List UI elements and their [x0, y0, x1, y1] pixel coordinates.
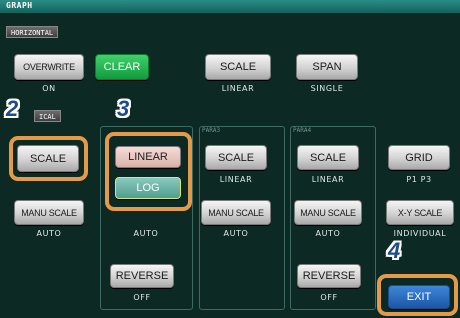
span-value: SINGLE — [310, 84, 344, 93]
reverse-value: OFF — [133, 293, 151, 302]
para4-reverse-button[interactable]: REVERSE — [297, 264, 361, 288]
screen-title: GRAPH — [6, 1, 33, 10]
step2-highlight — [9, 136, 88, 181]
step2-number: 2 — [6, 96, 19, 121]
grid-value: P1 P3 — [406, 175, 432, 184]
para3-scale-value: LINEAR — [219, 175, 253, 184]
span-button[interactable]: SPAN — [296, 54, 358, 80]
para2-manu-scale-value: AUTO — [133, 229, 159, 238]
horizontal-section-label: HORIZONTAL — [6, 26, 59, 38]
horizontal-scale-button[interactable]: SCALE — [205, 54, 271, 80]
step4-highlight — [377, 274, 458, 316]
para4-manu-scale-button[interactable]: MANU SCALE — [294, 200, 362, 225]
overwrite-value: ON — [42, 84, 56, 93]
para3-label: PARA3 — [202, 127, 221, 134]
para4-manu-scale-value: AUTO — [315, 229, 341, 238]
para3-manu-scale-button[interactable]: MANU SCALE — [201, 200, 271, 225]
para4-scale-button[interactable]: SCALE — [297, 145, 359, 170]
xy-scale-button[interactable]: X-Y SCALE — [386, 200, 454, 225]
manu-scale-value: AUTO — [36, 229, 62, 238]
step3-number: 3 — [117, 96, 130, 121]
para3-scale-button[interactable]: SCALE — [205, 145, 267, 170]
para4-reverse-value: OFF — [320, 293, 338, 302]
title-bar: GRAPH — [0, 0, 460, 13]
vertical-section-label: ICAL — [34, 110, 61, 122]
step4-number: 4 — [388, 238, 401, 263]
clear-button[interactable]: CLEAR — [95, 54, 149, 80]
xy-scale-value: INDIVIDUAL — [393, 229, 447, 238]
para4-label: PARA4 — [293, 127, 312, 134]
grid-button[interactable]: GRID — [388, 145, 450, 170]
step3-highlight — [105, 132, 192, 211]
para3-manu-scale-value: AUTO — [223, 229, 249, 238]
horizontal-scale-value: LINEAR — [221, 84, 255, 93]
overwrite-button[interactable]: OVERWRITE — [14, 54, 84, 80]
manu-scale-button[interactable]: MANU SCALE — [14, 200, 84, 225]
graph-settings-screen: GRAPH HORIZONTAL OVERWRITE ON CLEAR SCAL… — [0, 0, 460, 318]
reverse-button[interactable]: REVERSE — [110, 264, 174, 288]
para4-scale-value: LINEAR — [311, 175, 345, 184]
